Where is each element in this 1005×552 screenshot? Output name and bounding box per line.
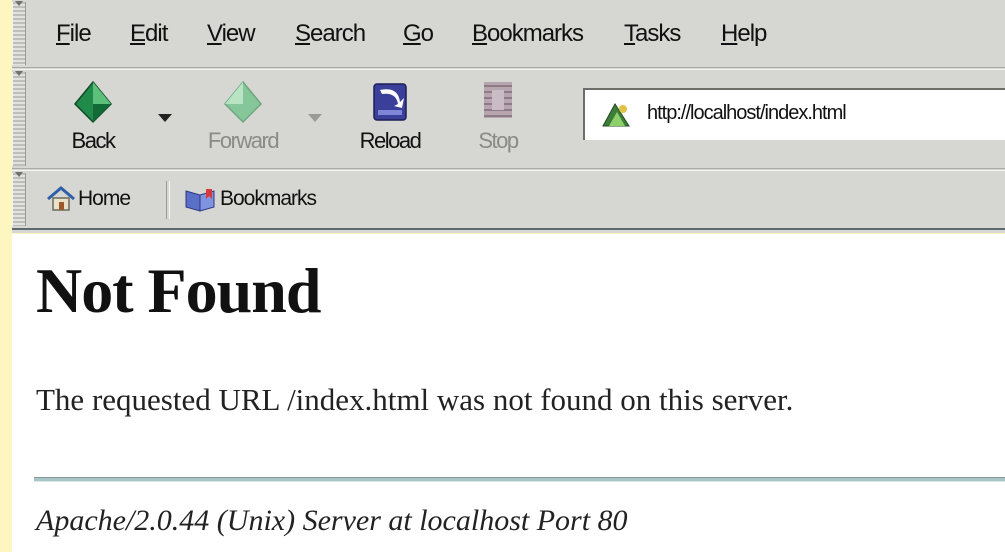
menu-bar-grip[interactable] bbox=[12, 1, 26, 65]
url-field[interactable]: http://localhost/index.html bbox=[583, 88, 1005, 140]
stop-icon bbox=[484, 82, 512, 118]
page-heading: Not Found bbox=[36, 255, 321, 326]
back-button[interactable]: Back bbox=[58, 78, 128, 154]
toolbar-separator bbox=[166, 181, 170, 219]
bookmarks-label: Bookmarks bbox=[220, 187, 317, 210]
browser-chrome: File Edit View Search Go Bookmarks Tasks… bbox=[12, 0, 1005, 233]
reload-icon bbox=[373, 83, 407, 121]
forward-dropdown-arrow-icon[interactable] bbox=[308, 114, 322, 122]
menu-view[interactable]: View bbox=[207, 20, 256, 48]
stop-label: Stop bbox=[478, 128, 519, 153]
bookmarks-icon bbox=[185, 189, 215, 212]
bookmarks-button[interactable]: Bookmarks bbox=[184, 181, 317, 217]
menu-bookmarks[interactable]: Bookmarks bbox=[472, 20, 584, 48]
home-label: Home bbox=[78, 187, 131, 210]
error-message: The requested URL /index.html was not fo… bbox=[36, 382, 794, 417]
menu-tasks[interactable]: Tasks bbox=[624, 20, 681, 48]
menu-go[interactable]: Go bbox=[403, 20, 434, 48]
site-icon bbox=[602, 103, 630, 127]
home-icon bbox=[47, 186, 75, 211]
url-text: http://localhost/index.html bbox=[647, 102, 847, 124]
reload-button[interactable]: Reload bbox=[350, 78, 430, 154]
forward-button[interactable]: Forward bbox=[198, 78, 288, 154]
stop-button[interactable]: Stop bbox=[468, 78, 528, 154]
menu-search[interactable]: Search bbox=[295, 20, 366, 48]
home-button[interactable]: Home bbox=[46, 181, 131, 217]
back-label: Back bbox=[71, 128, 116, 153]
back-dropdown-arrow-icon[interactable] bbox=[158, 114, 172, 122]
horizontal-rule bbox=[34, 477, 1005, 482]
server-signature: Apache/2.0.44 (Unix) Server at localhost… bbox=[36, 504, 628, 537]
navigation-toolbar: Back Forward Reload Stop http://localhos… bbox=[12, 69, 1005, 169]
menu-bar: File Edit View Search Go Bookmarks Tasks… bbox=[12, 0, 1005, 68]
personal-toolbar-grip[interactable] bbox=[12, 172, 26, 226]
menu-help[interactable]: Help bbox=[721, 20, 767, 48]
menu-edit[interactable]: Edit bbox=[130, 20, 168, 48]
back-arrow-icon bbox=[73, 80, 113, 124]
page-content: Not Found The requested URL /index.html … bbox=[12, 234, 1005, 552]
nav-toolbar-grip[interactable] bbox=[12, 71, 26, 166]
personal-toolbar: Home Bookmarks bbox=[12, 170, 1005, 230]
forward-arrow-icon bbox=[223, 80, 263, 124]
menu-file[interactable]: File bbox=[56, 20, 92, 48]
reload-label: Reload bbox=[359, 128, 422, 153]
forward-label: Forward bbox=[207, 128, 280, 153]
